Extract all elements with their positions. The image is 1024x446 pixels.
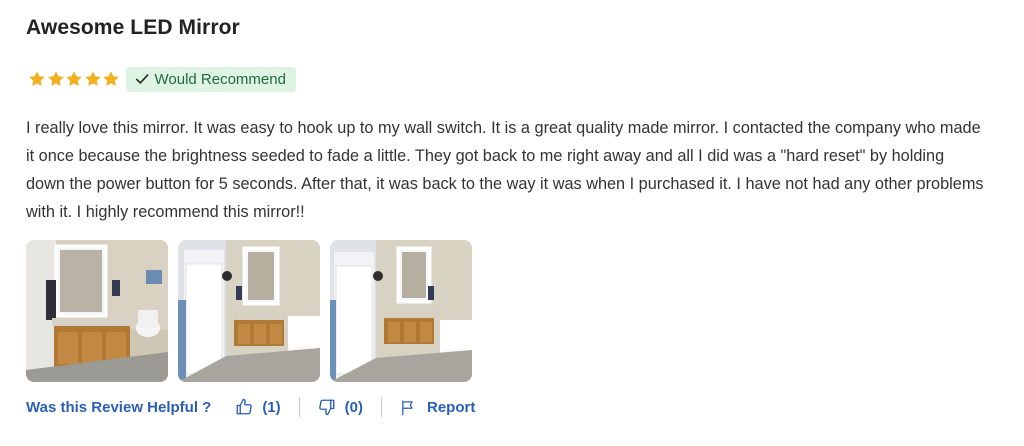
report-button[interactable]: Report bbox=[400, 399, 475, 416]
report-label: Report bbox=[427, 398, 476, 416]
star-icon bbox=[103, 71, 119, 87]
helpful-count: (1) bbox=[262, 398, 281, 416]
review-photo-2[interactable] bbox=[178, 240, 320, 382]
thumbs-down-icon bbox=[318, 399, 335, 416]
helpful-vote-button[interactable]: (1) bbox=[235, 398, 281, 416]
review-title: Awesome LED Mirror bbox=[26, 16, 240, 39]
unhelpful-count: (0) bbox=[344, 398, 363, 416]
divider bbox=[298, 397, 300, 417]
thumbs-up-icon bbox=[236, 398, 253, 415]
review-body: I really love this mirror. It was easy t… bbox=[26, 119, 984, 221]
would-recommend-badge: Would Recommend bbox=[125, 66, 296, 92]
star-icon bbox=[47, 71, 64, 87]
review-footer: Was this Review Helpful ? (1) (0) Report bbox=[26, 395, 475, 419]
star-icon bbox=[84, 71, 101, 87]
rating-row: Would Recommend bbox=[28, 66, 296, 92]
review-photo-3[interactable] bbox=[330, 240, 472, 382]
review-photo-1[interactable] bbox=[26, 240, 168, 382]
review-photos bbox=[26, 240, 482, 382]
unhelpful-vote-button[interactable]: (0) bbox=[318, 398, 363, 416]
helpful-question: Was this Review Helpful ? bbox=[26, 398, 212, 416]
star-icon bbox=[29, 71, 45, 87]
star-rating bbox=[28, 70, 121, 88]
divider bbox=[381, 397, 382, 417]
review-card: Awesome LED Mirror Would Recommend I rea… bbox=[0, 0, 1024, 446]
check-icon bbox=[135, 74, 148, 84]
flag-icon bbox=[402, 399, 413, 415]
badge-label: Would Recommend bbox=[154, 70, 286, 88]
star-icon bbox=[66, 71, 82, 87]
